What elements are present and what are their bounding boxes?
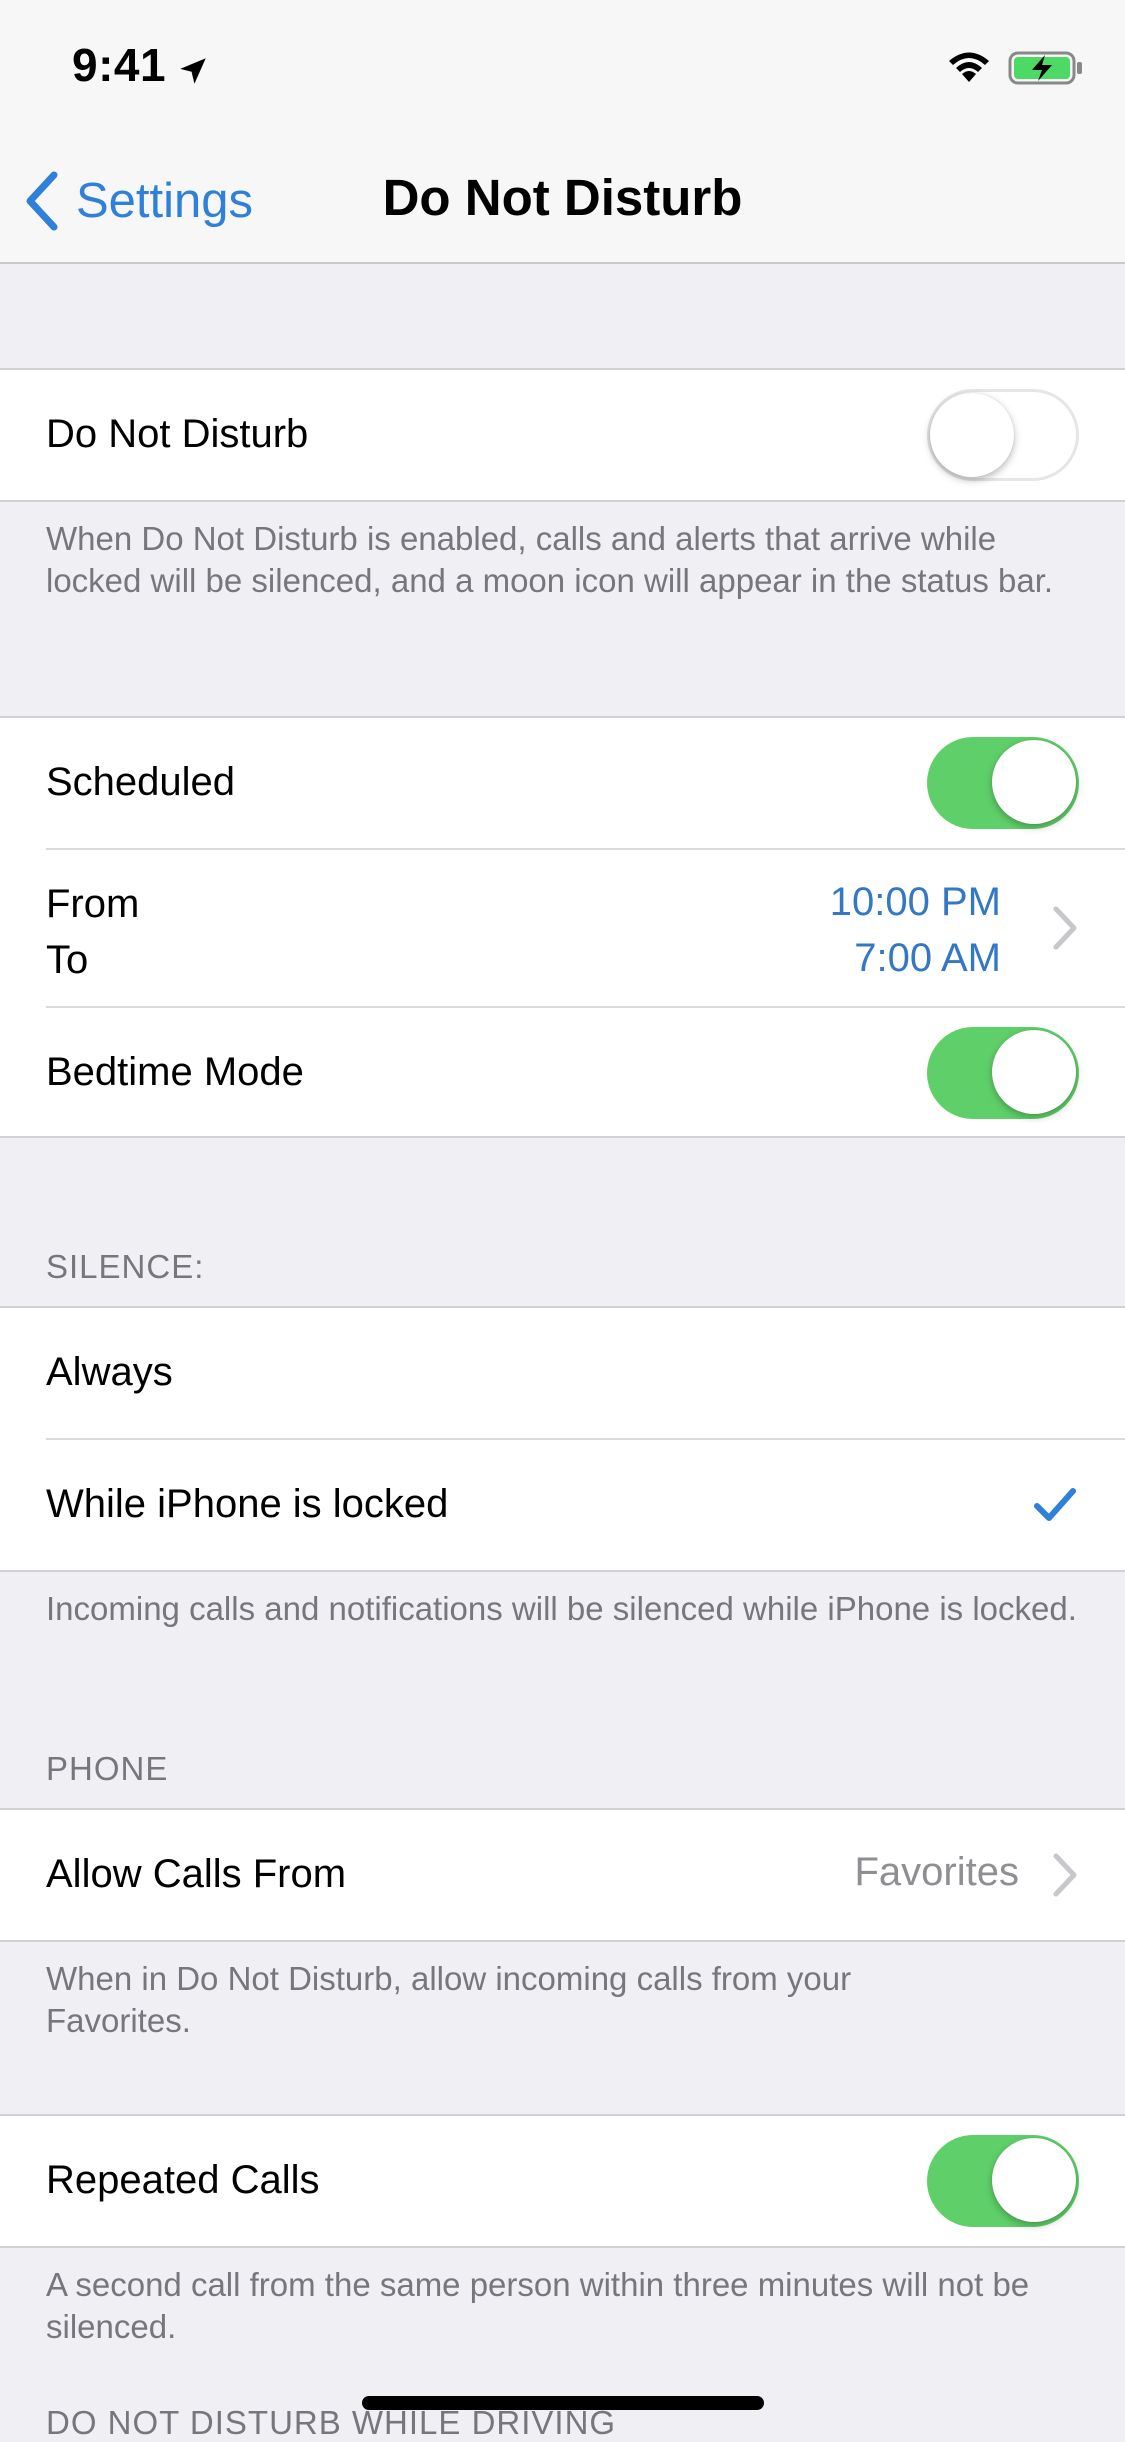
silence-option-always[interactable]: Always: [0, 1308, 1125, 1438]
home-indicator[interactable]: [362, 2396, 764, 2410]
switch-knob: [992, 2138, 1076, 2222]
to-time: 7:00 AM: [854, 936, 1001, 980]
phone-group: Allow Calls From Favorites: [0, 1808, 1125, 1942]
bedtime-row: Bedtime Mode: [0, 1008, 1125, 1138]
dnd-footer: When Do Not Disturb is enabled, calls an…: [46, 520, 1054, 599]
repeated-calls-switch[interactable]: [927, 2135, 1079, 2227]
silence-option-label: Always: [46, 1350, 173, 1394]
location-arrow-icon: [180, 58, 206, 84]
dnd-group: Do Not Disturb: [0, 368, 1125, 502]
switch-knob: [992, 740, 1076, 824]
silence-group: Always While iPhone is locked: [0, 1306, 1125, 1572]
from-to-row[interactable]: From To 10:00 PM 7:00 AM: [0, 850, 1125, 1006]
bedtime-label: Bedtime Mode: [46, 1050, 304, 1094]
bedtime-switch[interactable]: [927, 1027, 1079, 1119]
silence-header: SILENCE:: [46, 1248, 205, 1285]
switch-knob: [992, 1030, 1076, 1114]
phone-footer: When in Do Not Disturb, allow incoming c…: [46, 1960, 852, 2039]
repeated-calls-group: Repeated Calls: [0, 2114, 1125, 2248]
silence-option-label: While iPhone is locked: [46, 1482, 449, 1526]
dnd-label: Do Not Disturb: [46, 412, 309, 456]
switch-knob: [930, 393, 1014, 477]
dnd-switch[interactable]: [927, 389, 1079, 481]
from-time: 10:00 PM: [829, 880, 1001, 924]
allow-calls-value: Favorites: [854, 1850, 1020, 1894]
scheduled-row: Scheduled: [0, 718, 1125, 848]
chevron-right-icon: [1053, 1853, 1077, 1897]
phone-header: PHONE: [46, 1750, 169, 1787]
scheduled-label: Scheduled: [46, 760, 236, 804]
status-time: 9:41: [72, 39, 167, 91]
silence-footer: Incoming calls and notifications will be…: [46, 1590, 1077, 1627]
repeated-calls-label: Repeated Calls: [46, 2158, 320, 2202]
dnd-row: Do Not Disturb: [0, 370, 1125, 500]
schedule-group: Scheduled From To 10:00 PM 7:00 AM Bedti…: [0, 716, 1125, 1138]
wifi-icon: [949, 52, 989, 82]
page-title: Do Not Disturb: [382, 169, 743, 226]
allow-calls-row[interactable]: Allow Calls From Favorites: [0, 1810, 1125, 1940]
battery-charging-icon: [1008, 51, 1082, 85]
from-label: From: [46, 882, 140, 926]
silence-option-locked[interactable]: While iPhone is locked: [0, 1440, 1125, 1570]
repeated-calls-footer: A second call from the same person withi…: [46, 2266, 1030, 2345]
allow-calls-label: Allow Calls From: [46, 1852, 347, 1896]
chevron-right-icon: [1053, 906, 1077, 950]
repeated-calls-row: Repeated Calls: [0, 2116, 1125, 2246]
scheduled-switch[interactable]: [927, 737, 1079, 829]
checkmark-icon: [1034, 1488, 1076, 1521]
to-label: To: [46, 938, 89, 982]
